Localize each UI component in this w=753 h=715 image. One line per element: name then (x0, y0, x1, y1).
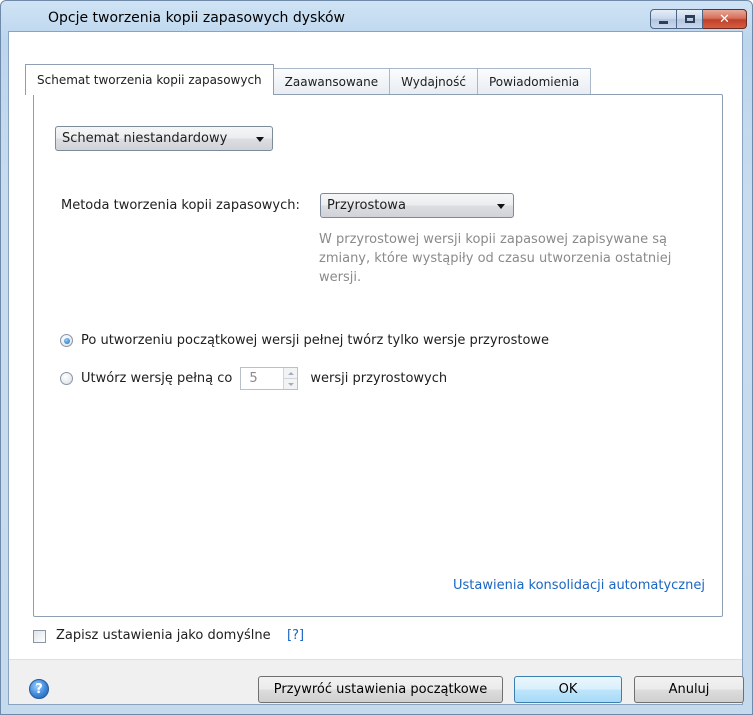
radio-button-checked[interactable] (60, 334, 73, 347)
close-icon: ✕ (719, 11, 730, 27)
chevron-down-icon (497, 204, 505, 209)
tab-notifications[interactable]: Powiadomienia (476, 68, 592, 95)
window-title: Opcje tworzenia kopii zapasowych dysków (48, 10, 345, 26)
method-dropdown[interactable]: Przyrostowa (320, 193, 514, 218)
minimize-icon (659, 20, 668, 24)
tab-performance[interactable]: Wydajność (389, 68, 478, 95)
tab-backup-scheme[interactable]: Schemat tworzenia kopii zapasowych (25, 64, 274, 95)
method-dropdown-value: Przyrostowa (327, 198, 406, 213)
method-label: Metoda tworzenia kopii zapasowych: (61, 198, 300, 213)
radio-full-every-label-before: Utwórz wersję pełną co (81, 371, 233, 386)
cancel-button[interactable]: Anuluj (634, 676, 744, 703)
tab-strip: Schemat tworzenia kopii zapasowych Zaawa… (25, 64, 592, 95)
spinner-buttons (283, 368, 298, 389)
tab-advanced[interactable]: Zaawansowane (272, 68, 391, 95)
restore-defaults-button[interactable]: Przywróć ustawienia początkowe (258, 676, 503, 703)
title-bar[interactable]: Opcje tworzenia kopii zapasowych dysków (1, 1, 752, 33)
arrow-down-icon (287, 382, 294, 386)
help-icon[interactable]: ? (29, 679, 49, 699)
auto-consolidation-link[interactable]: Ustawienia konsolidacji automatycznej (453, 578, 705, 593)
scheme-dropdown-value: Schemat niestandardowy (62, 131, 228, 146)
minimize-button[interactable] (650, 9, 677, 29)
radio-button-unchecked[interactable] (60, 372, 73, 385)
maximize-button[interactable] (677, 9, 703, 29)
tab-panel-backup-scheme (33, 94, 723, 617)
spinner-up-button[interactable] (284, 368, 298, 379)
radio-full-every-label-after: wersji przyrostowych (310, 371, 448, 386)
arrow-up-icon (287, 371, 294, 375)
save-default-checkbox[interactable] (33, 630, 46, 643)
radio-incremental-only[interactable]: Po utworzeniu początkowej wersji pełnej … (60, 333, 549, 348)
radio-full-every[interactable]: Utwórz wersję pełną co 5 wersji przyrost… (60, 367, 447, 390)
ok-button[interactable]: OK (514, 676, 622, 703)
radio-incremental-only-label: Po utworzeniu początkowej wersji pełnej … (81, 333, 550, 348)
full-every-value[interactable]: 5 (241, 368, 283, 389)
spinner-down-button[interactable] (284, 379, 298, 389)
close-button[interactable]: ✕ (703, 9, 747, 29)
chevron-down-icon (256, 137, 264, 142)
save-default-label: Zapisz ustawienia jako domyślne (56, 628, 271, 643)
method-hint-text: W przyrostowej wersji kopii zapasowej za… (319, 232, 672, 285)
full-every-spinner[interactable]: 5 (240, 367, 299, 390)
maximize-icon (684, 15, 695, 23)
help-link[interactable]: [?] (287, 628, 304, 643)
scheme-dropdown[interactable]: Schemat niestandardowy (55, 126, 273, 151)
caption-buttons: ✕ (650, 9, 747, 30)
